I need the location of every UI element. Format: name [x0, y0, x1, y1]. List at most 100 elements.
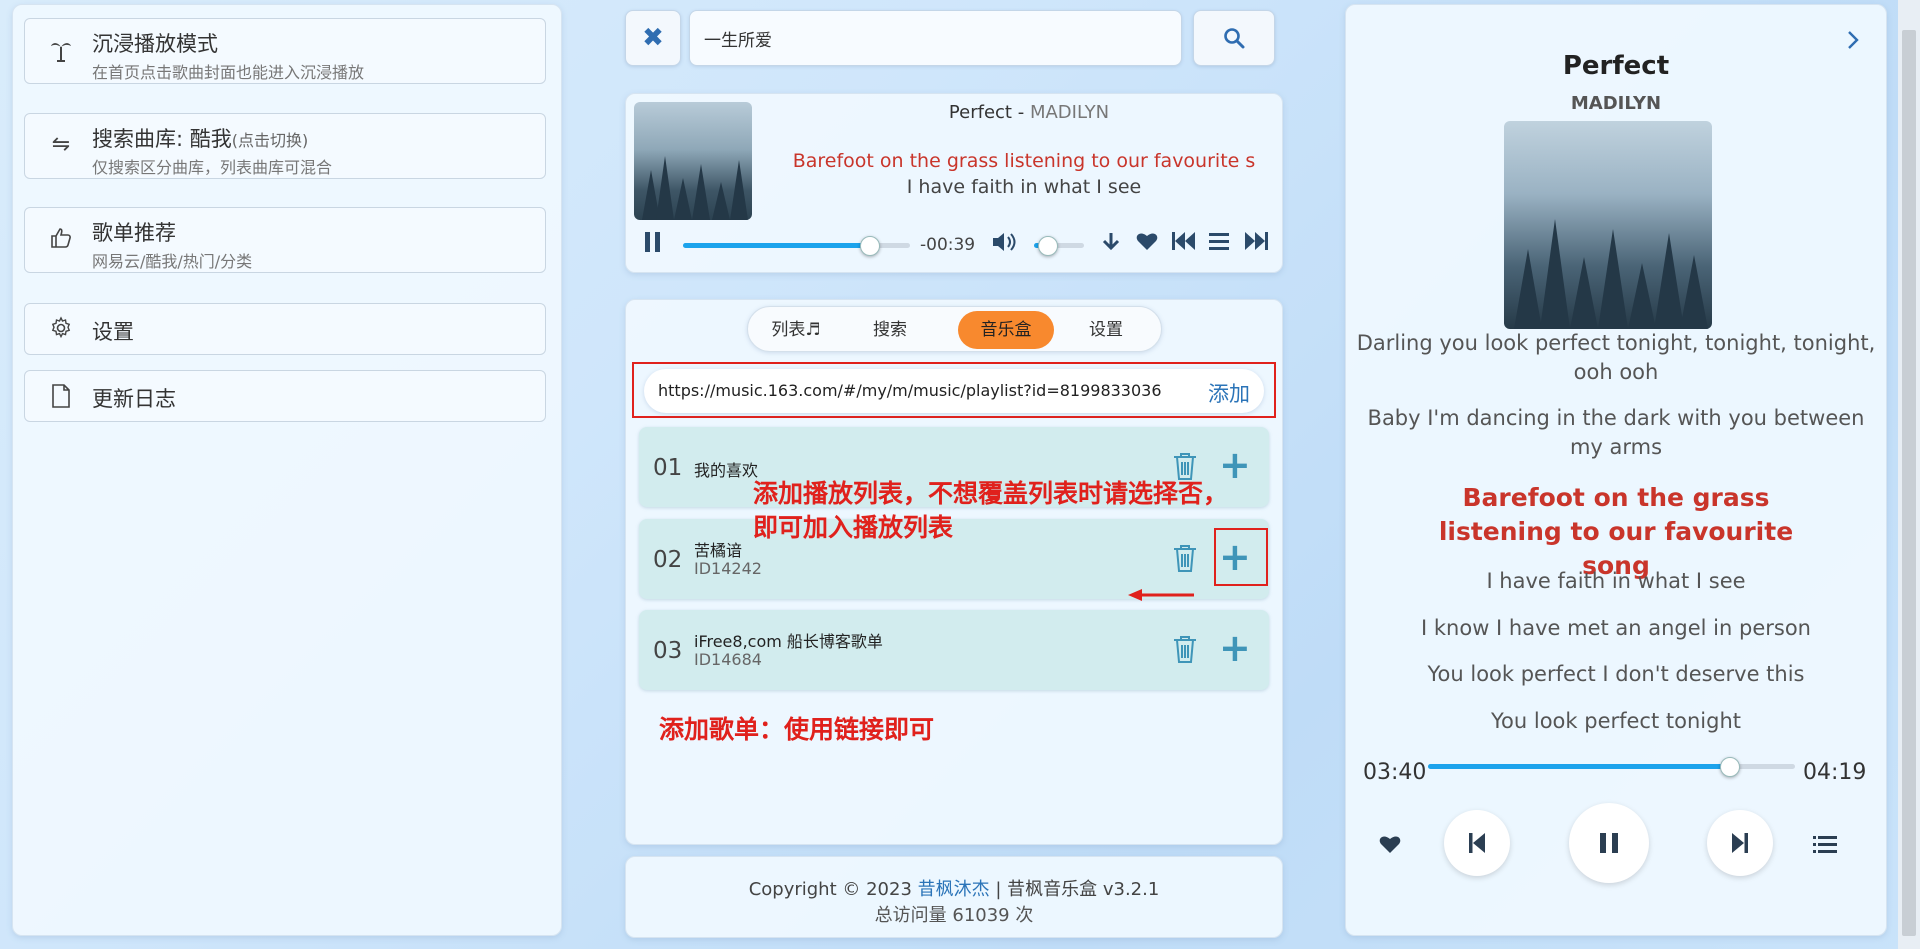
annotation-line: 即可加入播放列表 [753, 513, 954, 542]
lyric-line: You look perfect I don't deserve this [1427, 662, 1805, 686]
skip-forward-icon [1245, 232, 1268, 250]
progress-handle[interactable] [1719, 757, 1740, 777]
tab-music-box[interactable]: 音乐盒 [958, 311, 1054, 349]
progress-slider[interactable] [683, 236, 910, 256]
pause-button[interactable] [1569, 803, 1649, 883]
trash-icon [1174, 545, 1196, 572]
like-button[interactable] [1135, 230, 1159, 258]
album-cover[interactable] [634, 102, 752, 220]
menu-item-playlist-recommend[interactable]: 歌单推荐 网易云/酷我/热门/分类 [24, 207, 546, 273]
search-icon [1224, 28, 1245, 49]
progress-fill [1428, 764, 1729, 769]
playlist-row[interactable]: 03 iFree8,com 船长博客歌单 ID14684 + [639, 610, 1269, 690]
previous-button[interactable] [1444, 810, 1510, 876]
volume-slider[interactable] [1034, 236, 1084, 256]
annotation-arrow [1128, 589, 1194, 601]
lyric-line: You look perfect tonight [1491, 709, 1741, 733]
download-button[interactable] [1100, 230, 1122, 260]
chevron-right-icon [1848, 31, 1859, 49]
playlist-number: 02 [653, 547, 683, 573]
thumbs-up-icon [47, 226, 75, 256]
footer: Copyright © 2023 昔枫沐杰 | 昔枫音乐盒 v3.2.1 总访问… [625, 856, 1283, 938]
mini-player: Perfect - MADILYN Barefoot on the grass … [625, 93, 1283, 273]
next-lyric: I have faith in what I see [906, 176, 1142, 198]
lyric-line: I know I have met an angel in person [1421, 616, 1811, 640]
menu-item-changelog[interactable]: 更新日志 [24, 370, 546, 422]
playlist-button[interactable] [1813, 835, 1837, 859]
search-button[interactable] [1193, 10, 1275, 66]
progress-fill [683, 243, 870, 248]
playlist-id: ID14242 [694, 559, 762, 578]
skip-back-icon [1469, 833, 1485, 853]
elapsed-time: 03:40 [1363, 760, 1427, 785]
copyright-suffix: | 昔枫音乐盒 v3.2.1 [989, 879, 1160, 900]
trash-icon [1174, 636, 1196, 663]
now-playing-artist: MADILYN [1570, 93, 1662, 114]
left-menu-panel: 沉浸播放模式 在首页点击歌曲封面也能进入沉浸播放 ⇋ 搜索曲库: 酷我(点击切换… [12, 4, 562, 936]
now-playing-panel: Perfect MADILYN Darling you look perfect… [1345, 4, 1887, 936]
next-button[interactable] [1707, 810, 1773, 876]
download-icon [1102, 233, 1120, 251]
scrollbar-thumb[interactable] [1902, 30, 1916, 936]
volume-icon [993, 233, 1016, 251]
menu-item-immersive[interactable]: 沉浸播放模式 在首页点击歌曲封面也能进入沉浸播放 [24, 18, 546, 84]
volume-button[interactable] [991, 230, 1019, 260]
pause-icon [645, 232, 660, 252]
annotation-line: 添加播放列表，不想覆盖列表时请选择否， [753, 479, 1229, 508]
add-playlist-button[interactable]: 添加 [1208, 378, 1250, 408]
menu-title: 设置 [92, 320, 134, 344]
add-to-list-button[interactable]: + [1219, 626, 1251, 670]
page-scrollbar[interactable] [1898, 0, 1920, 949]
previous-button[interactable] [1171, 230, 1197, 258]
lyric-line: Darling you look perfect tonight, tonigh… [1356, 331, 1876, 384]
next-button[interactable] [1243, 230, 1269, 258]
progress-handle[interactable] [860, 236, 881, 256]
clear-button[interactable]: ✖ [625, 10, 681, 66]
song-separator: - [1011, 102, 1030, 123]
song-info: Perfect - MADILYN [776, 102, 1282, 123]
total-time: 04:19 [1803, 760, 1867, 785]
list-icon [1209, 233, 1229, 250]
now-playing-cover[interactable] [1504, 121, 1712, 329]
remaining-time: -00:39 [920, 235, 976, 255]
volume-handle[interactable] [1037, 236, 1058, 256]
heart-icon [1136, 233, 1158, 250]
menu-title-text: 搜索曲库: 酷我 [92, 127, 232, 151]
playlist-url-input[interactable]: https://music.163.com/#/my/m/music/playl… [658, 381, 1162, 400]
swap-arrows-icon: ⇋ [51, 132, 71, 157]
lyric-line: I have faith in what I see [1486, 569, 1746, 593]
lyric-line: Baby I'm dancing in the dark with you be… [1367, 406, 1865, 459]
menu-subtitle: 在首页点击歌曲封面也能进入沉浸播放 [92, 63, 365, 82]
menu-item-settings[interactable]: 设置 [24, 303, 546, 355]
like-button[interactable] [1378, 833, 1402, 859]
close-icon: ✖ [642, 23, 664, 53]
annotation-add-playlist: 添加歌单：使用链接即可 [659, 715, 935, 744]
menu-title: 歌单推荐 [92, 221, 176, 245]
menu-title: 搜索曲库: 酷我(点击切换) [92, 123, 308, 153]
playlist-name: 苦橘谙 [694, 541, 743, 560]
search-input[interactable] [689, 10, 1182, 66]
delete-playlist-button[interactable] [1172, 543, 1198, 580]
tab-list[interactable]: 列表♬ [756, 311, 836, 349]
song-artist: MADILYN [1029, 102, 1110, 123]
tab-search[interactable]: 搜索 [850, 311, 930, 349]
highlight-box: https://music.163.com/#/my/m/music/playl… [632, 362, 1276, 418]
playlist-url-field[interactable]: https://music.163.com/#/my/m/music/playl… [644, 369, 1264, 413]
skip-forward-icon [1732, 833, 1748, 853]
music-box-panel: 列表♬ 搜索 音乐盒 设置 https://music.163.com/#/my… [625, 299, 1283, 845]
menu-subtitle: 仅搜索区分曲库，列表曲库可混合 [92, 158, 333, 177]
playlist-button[interactable] [1208, 230, 1230, 258]
pause-icon [1600, 833, 1618, 853]
menu-subtitle: 网易云/酷我/热门/分类 [92, 252, 253, 271]
tab-settings[interactable]: 设置 [1066, 311, 1146, 349]
tab-bar: 列表♬ 搜索 音乐盒 设置 [747, 306, 1162, 352]
copyright: Copyright © 2023 昔枫沐杰 | 昔枫音乐盒 v3.2.1 [626, 875, 1282, 901]
copyright-prefix: Copyright © 2023 [748, 879, 918, 900]
menu-item-search-library[interactable]: ⇋ 搜索曲库: 酷我(点击切换) 仅搜索区分曲库，列表曲库可混合 [24, 113, 546, 179]
pause-button[interactable] [642, 230, 664, 260]
delete-playlist-button[interactable] [1172, 634, 1198, 671]
palm-tree-icon [47, 37, 75, 69]
author-link[interactable]: 昔枫沐杰 [918, 879, 990, 900]
now-playing-progress[interactable] [1428, 757, 1795, 777]
visit-count: 总访问量 61039 次 [874, 905, 1034, 926]
